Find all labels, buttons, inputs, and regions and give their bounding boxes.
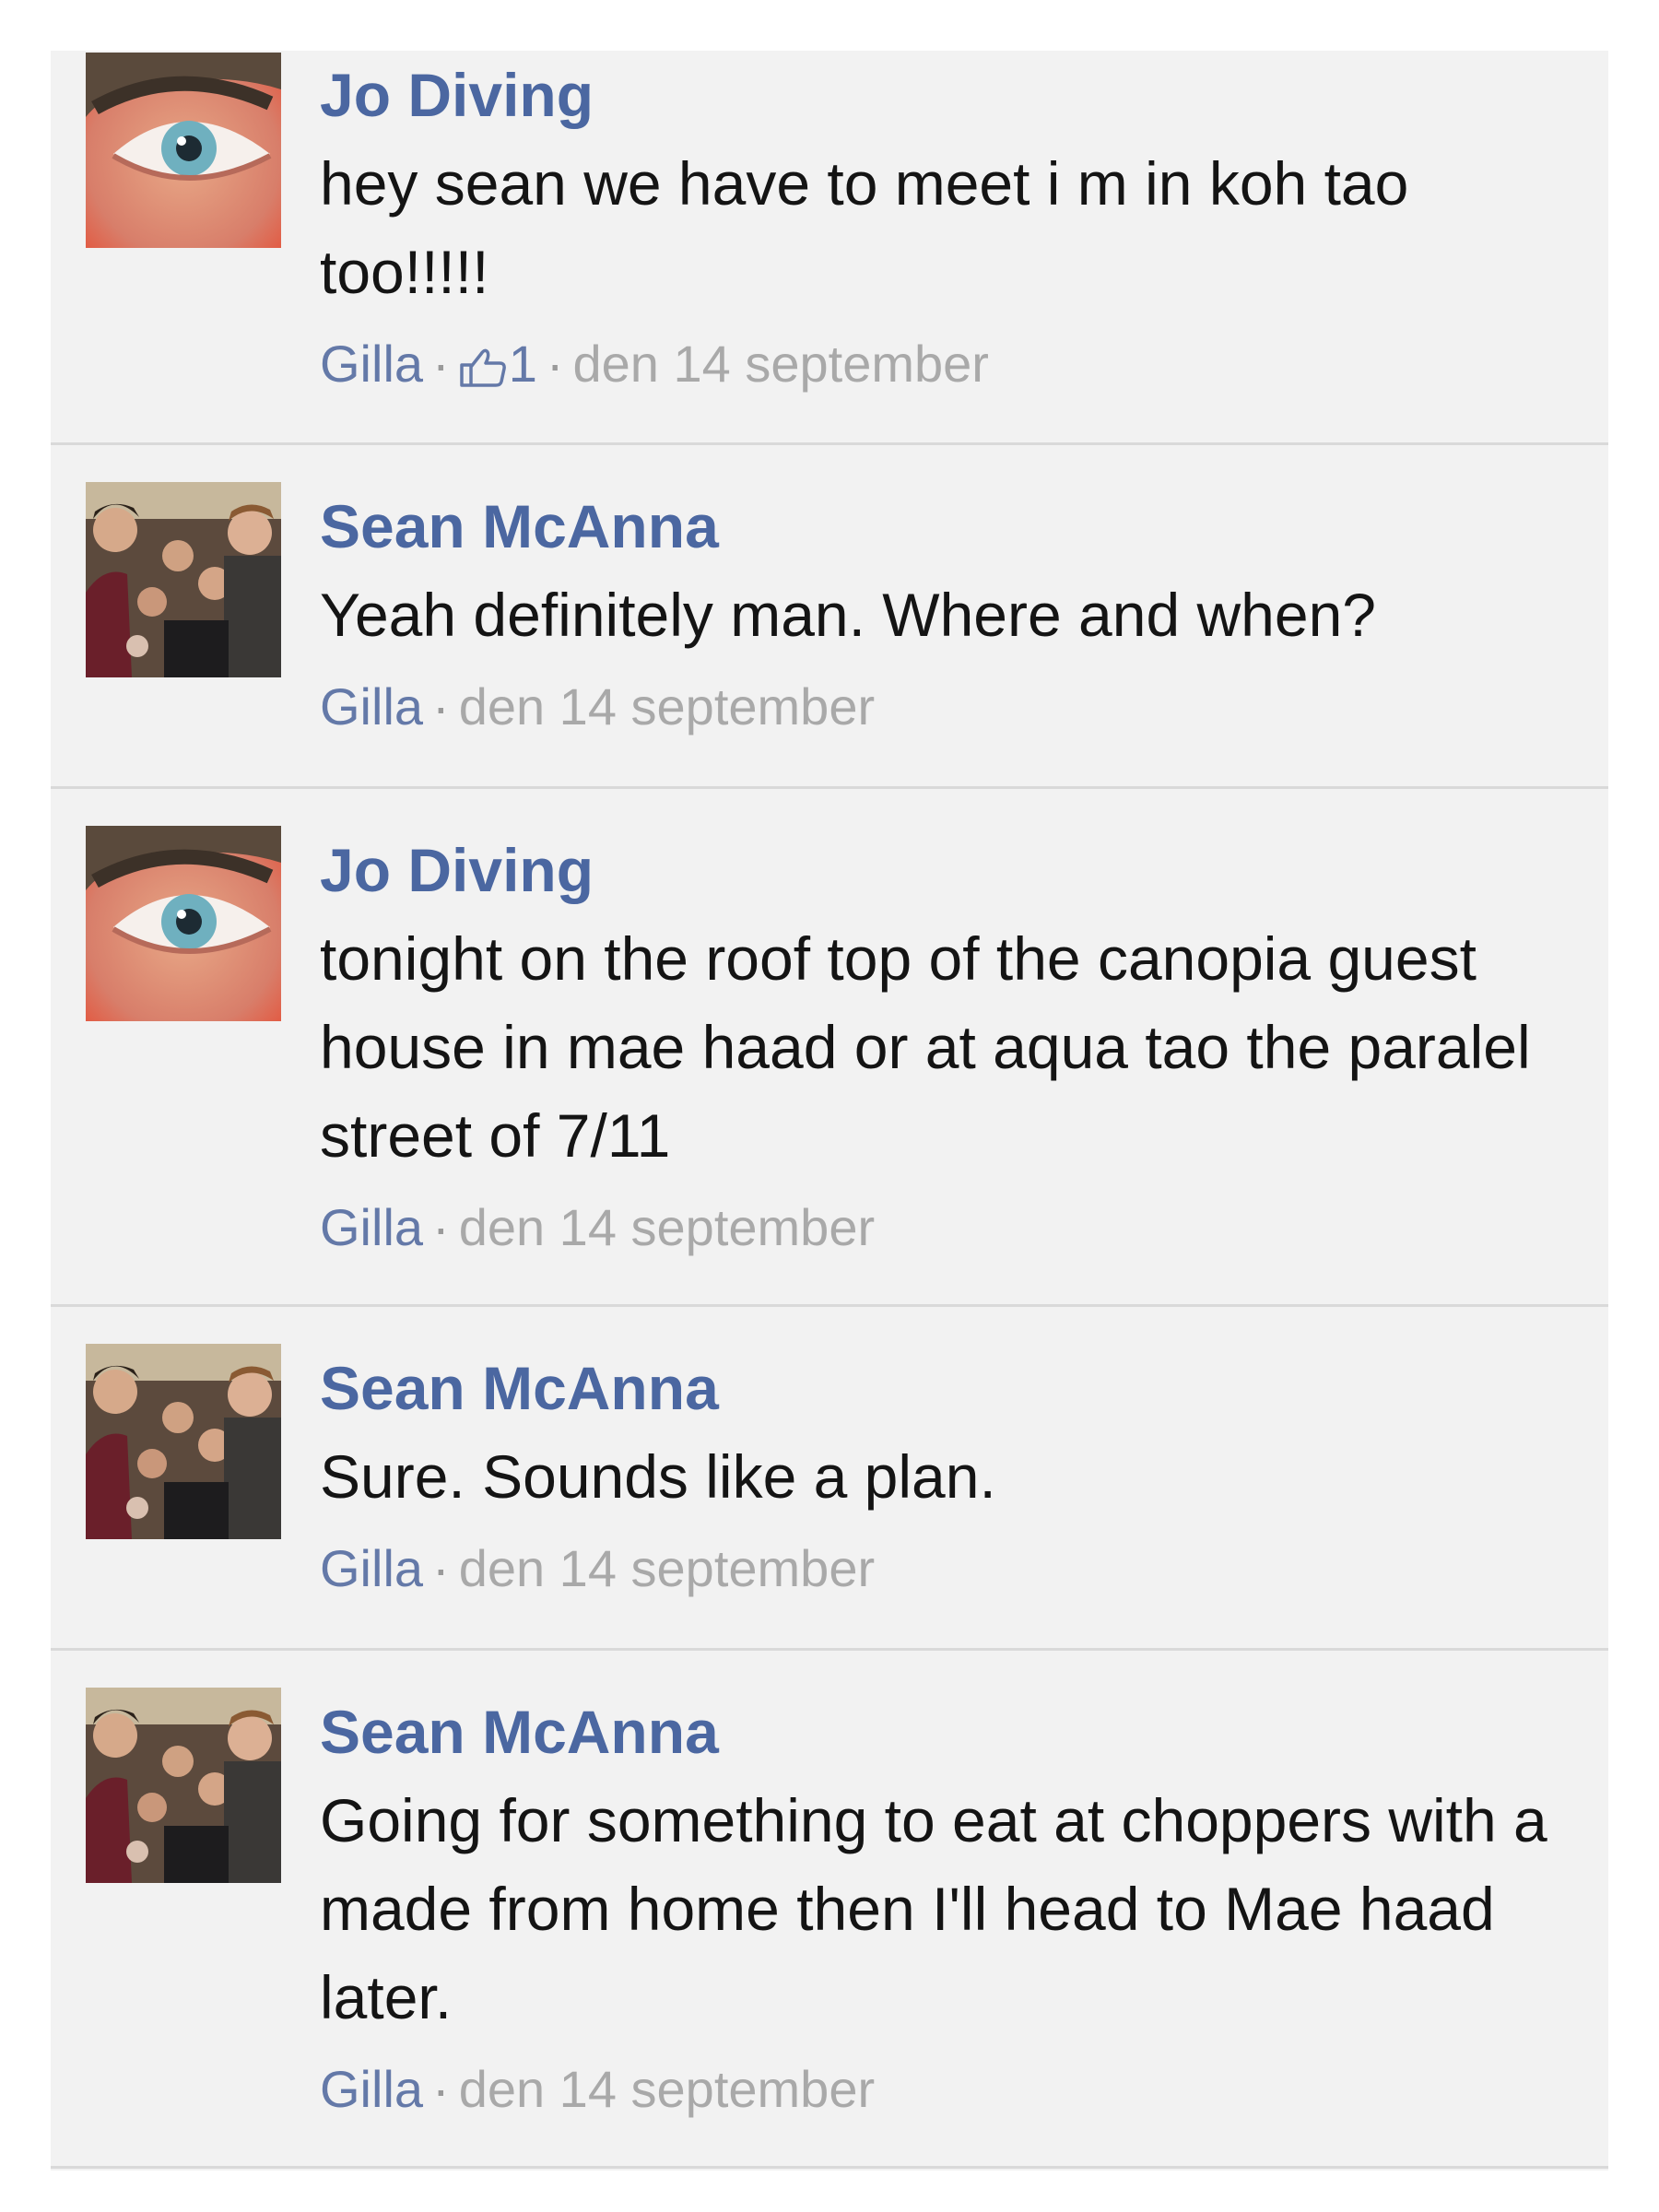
avatar-sean-mcanna[interactable]	[86, 1344, 281, 1539]
like-button[interactable]: Gilla	[320, 335, 423, 393]
like-button[interactable]: Gilla	[320, 1198, 423, 1256]
comment-timestamp: den 14 september	[458, 2060, 876, 2118]
separator: ·	[432, 1539, 450, 1597]
eye-avatar-icon	[86, 53, 281, 248]
comment-timestamp: den 14 september	[458, 1198, 876, 1256]
like-count-value: 1	[508, 335, 537, 393]
comment-timestamp: den 14 september	[458, 1539, 876, 1597]
separator: ·	[432, 677, 450, 735]
comment-text: Yeah definitely man. Where and when?	[320, 581, 1376, 649]
avatar-jo-diving[interactable]	[86, 826, 281, 1021]
comment-meta: Gilla · den 14 september	[320, 2053, 1571, 2126]
comment-item: Jo Diving tonight on the roof top of the…	[51, 789, 1608, 1307]
group-photo-avatar-icon	[86, 1688, 281, 1883]
comment-meta: Gilla · 1 · den 14 september	[320, 327, 1571, 401]
comment-author[interactable]: Sean McAnna	[320, 482, 1571, 571]
separator: ·	[432, 2060, 450, 2118]
comment-meta: Gilla · den 14 september	[320, 670, 1571, 744]
separator: ·	[432, 1198, 450, 1256]
like-button[interactable]: Gilla	[320, 1539, 423, 1597]
avatar-jo-diving[interactable]	[86, 53, 281, 248]
avatar-sean-mcanna[interactable]	[86, 482, 281, 677]
comment-author[interactable]: Jo Diving	[320, 826, 1571, 914]
like-count[interactable]: 1	[459, 335, 537, 393]
group-photo-avatar-icon	[86, 1344, 281, 1539]
separator: ·	[546, 335, 564, 393]
comment-item: Jo Diving hey sean we have to meet i m i…	[51, 51, 1608, 445]
comment-meta: Gilla · den 14 september	[320, 1532, 1571, 1606]
comment-text: tonight on the roof top of the canopia g…	[320, 924, 1531, 1170]
comment-item: Sean McAnna Yeah definitely man. Where a…	[51, 445, 1608, 789]
comment-meta: Gilla · den 14 september	[320, 1191, 1571, 1265]
comment-text: Sure. Sounds like a plan.	[320, 1442, 996, 1511]
like-button[interactable]: Gilla	[320, 2060, 423, 2118]
comment-author[interactable]: Jo Diving	[320, 51, 1571, 139]
comment-item: Sean McAnna Going for something to eat a…	[51, 1651, 1608, 2169]
comment-timestamp: den 14 september	[572, 335, 989, 393]
comment-text: Going for something to eat at choppers w…	[320, 1786, 1547, 2031]
like-button[interactable]: Gilla	[320, 677, 423, 735]
comment-timestamp: den 14 september	[458, 677, 876, 735]
comment-list: Jo Diving hey sean we have to meet i m i…	[51, 51, 1608, 2171]
separator: ·	[432, 335, 450, 393]
group-photo-avatar-icon	[86, 482, 281, 677]
comment-text: hey sean we have to meet i m in koh tao …	[320, 149, 1409, 306]
eye-avatar-icon	[86, 826, 281, 1021]
thumbs-up-icon	[459, 348, 506, 387]
comment-item: Sean McAnna Sure. Sounds like a plan. Gi…	[51, 1307, 1608, 1651]
avatar-sean-mcanna[interactable]	[86, 1688, 281, 1883]
comment-author[interactable]: Sean McAnna	[320, 1688, 1571, 1776]
comment-author[interactable]: Sean McAnna	[320, 1344, 1571, 1432]
